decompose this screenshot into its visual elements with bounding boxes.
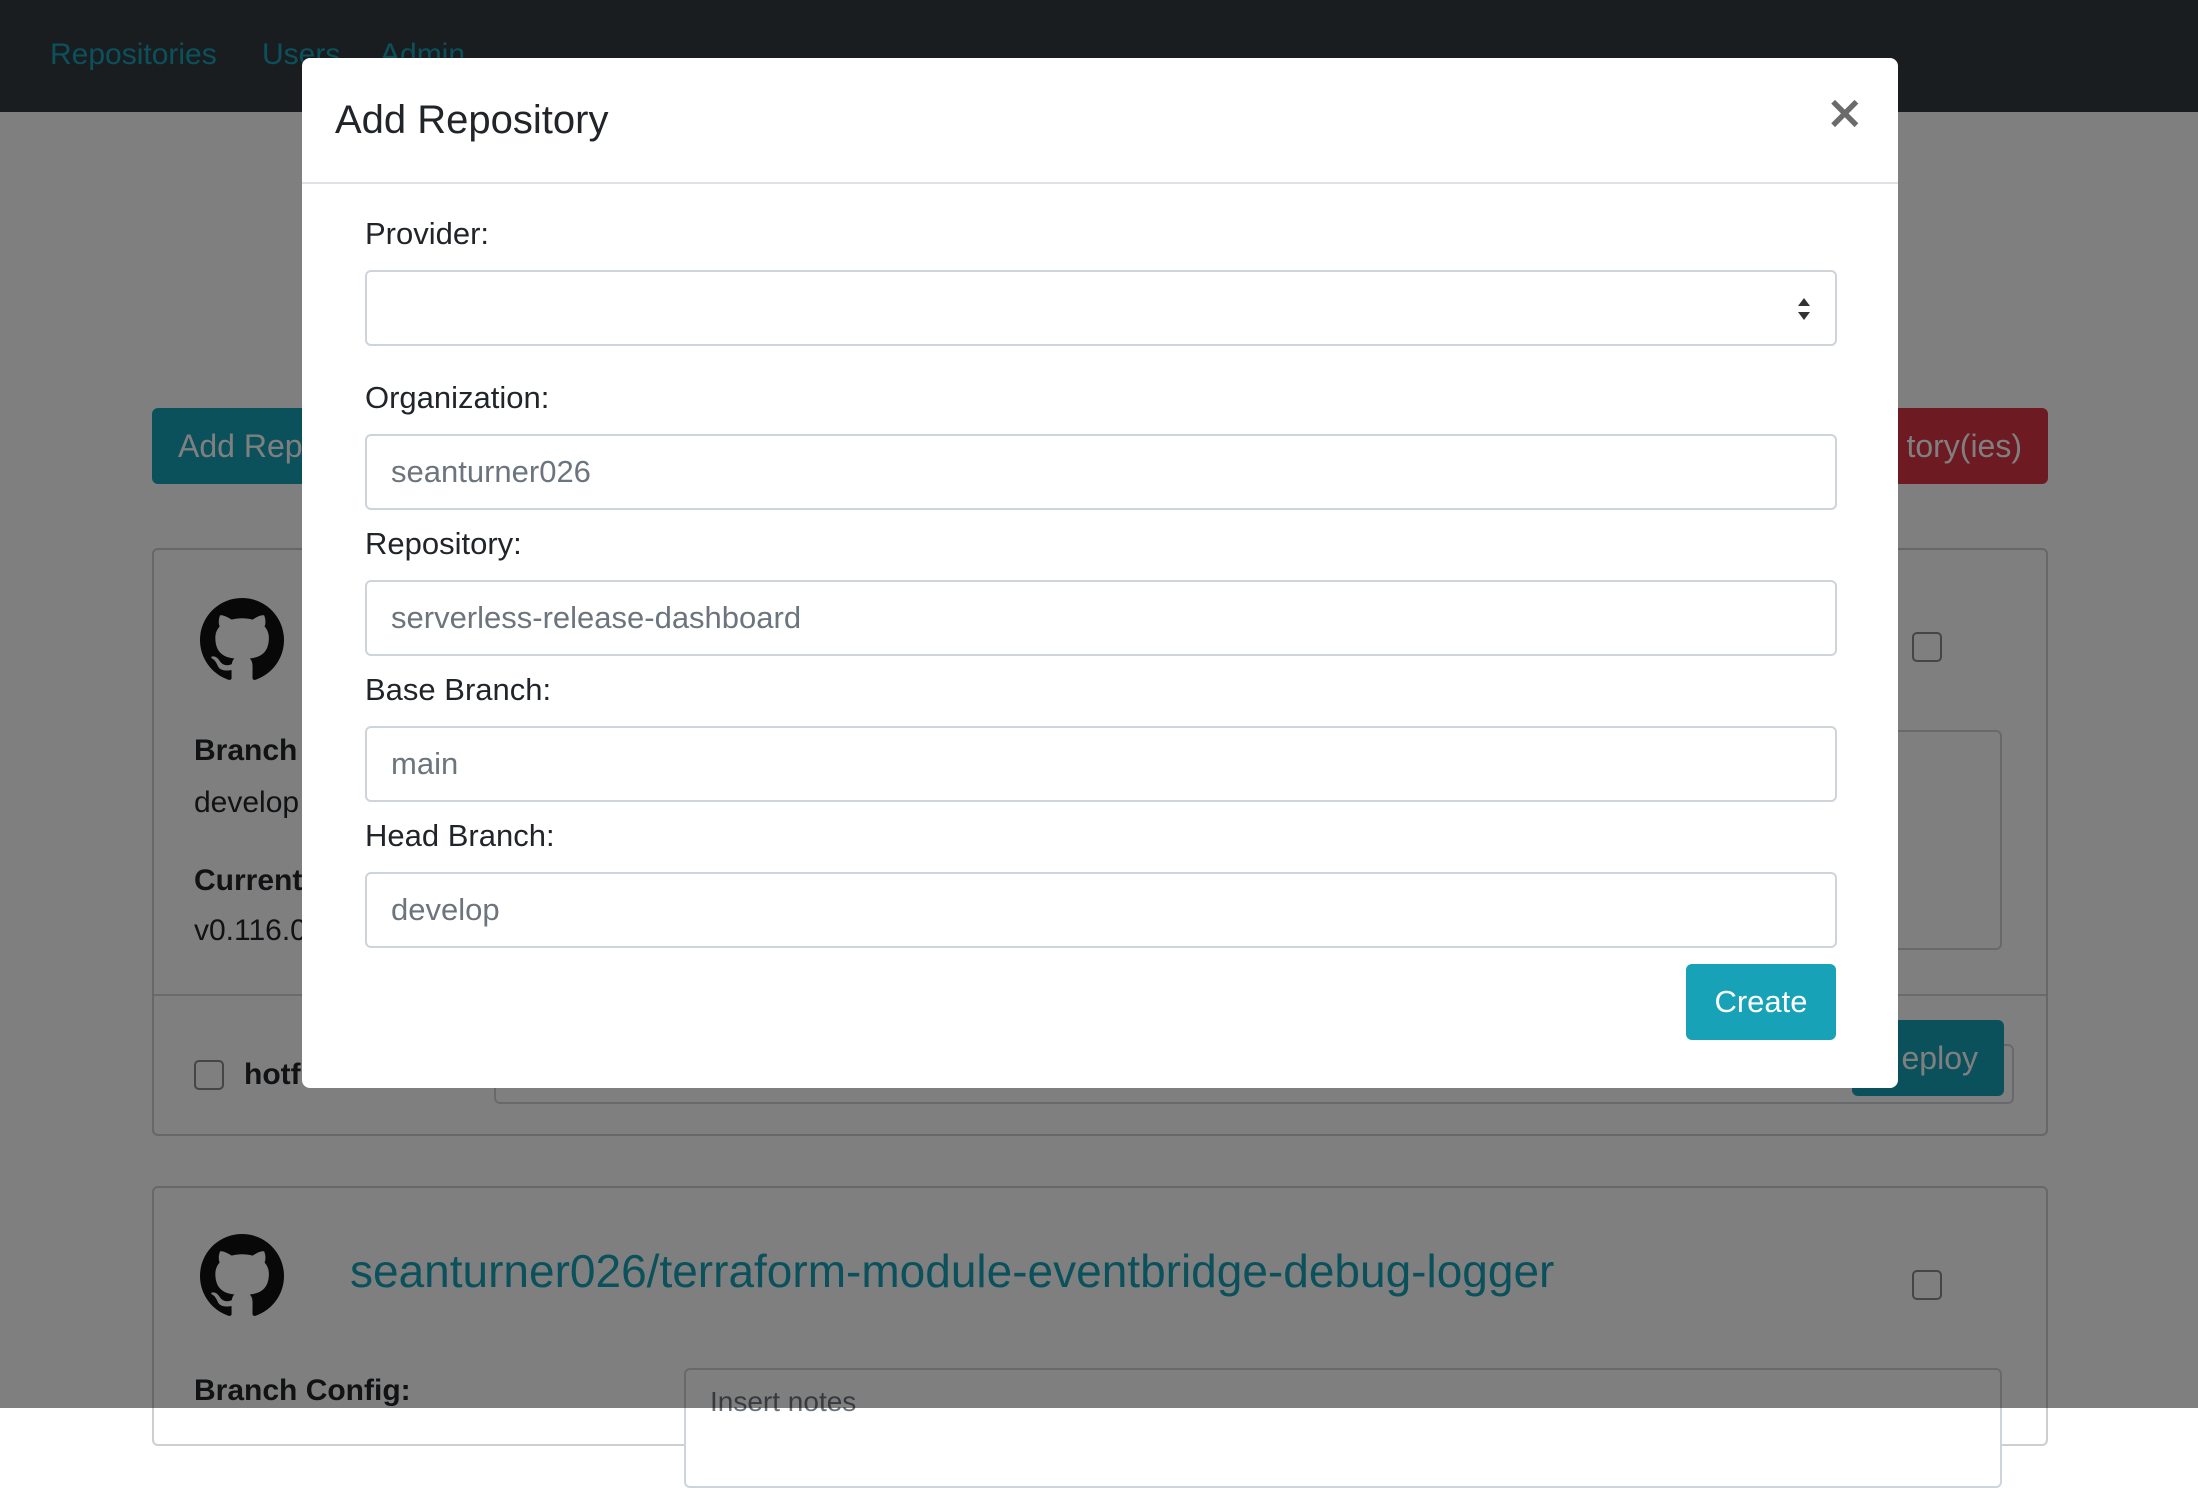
organization-label: Organization: (365, 380, 550, 415)
head-branch-label: Head Branch: (365, 818, 555, 853)
select-arrows-icon (1798, 298, 1810, 320)
add-repository-modal: Add Repository × Provider: Organization:… (302, 58, 1898, 1088)
close-icon[interactable]: × (1819, 88, 1870, 136)
organization-input[interactable] (365, 434, 1837, 510)
repository-input[interactable] (365, 580, 1837, 656)
create-button[interactable]: Create (1686, 964, 1836, 1040)
repository-label: Repository: (365, 526, 522, 561)
base-branch-input[interactable] (365, 726, 1837, 802)
modal-header: Add Repository × (302, 58, 1898, 184)
provider-select[interactable] (365, 270, 1837, 346)
base-branch-label: Base Branch: (365, 672, 552, 707)
head-branch-input[interactable] (365, 872, 1837, 948)
modal-title: Add Repository (335, 98, 609, 142)
provider-label: Provider: (365, 216, 490, 251)
